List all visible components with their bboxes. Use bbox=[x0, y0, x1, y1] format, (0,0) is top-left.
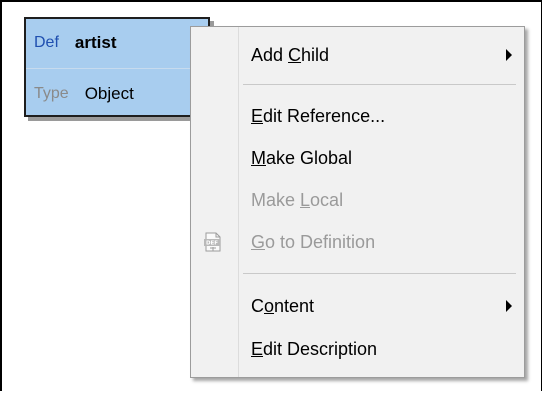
menu-item-content[interactable]: Content bbox=[191, 287, 524, 325]
menu-item-go-to-definition[interactable]: DEF Go to Definition bbox=[191, 223, 524, 261]
submenu-arrow-icon bbox=[506, 49, 512, 61]
def-key-label: Def bbox=[34, 34, 59, 51]
go-to-definition-icon: DEF bbox=[204, 232, 221, 252]
menu-item-label: Make Local bbox=[251, 189, 344, 210]
menu-item-add-child[interactable]: Add Child bbox=[191, 36, 524, 74]
menu-separator bbox=[243, 273, 516, 274]
context-menu: Add Child Edit Reference... Make Global … bbox=[190, 26, 525, 378]
menu-item-label: Edit Description bbox=[251, 338, 378, 359]
type-row: Type Object bbox=[26, 72, 208, 116]
menu-item-make-local[interactable]: Make Local bbox=[191, 181, 524, 219]
menu-item-label: Content bbox=[251, 295, 315, 316]
menu-item-label: Edit Reference... bbox=[251, 105, 386, 126]
definition-box-artist[interactable]: Def artist Type Object bbox=[24, 17, 210, 117]
svg-text:DEF: DEF bbox=[206, 241, 218, 247]
menu-item-label: Go to Definition bbox=[251, 231, 376, 252]
menu-item-edit-description[interactable]: Edit Description bbox=[191, 330, 524, 368]
def-row-divider bbox=[26, 68, 208, 69]
menu-item-label: Make Global bbox=[251, 147, 353, 168]
type-key-label: Type bbox=[34, 85, 69, 102]
menu-item-make-global[interactable]: Make Global bbox=[191, 139, 524, 177]
def-name-value[interactable]: artist bbox=[75, 33, 117, 53]
menu-item-edit-reference[interactable]: Edit Reference... bbox=[191, 97, 524, 135]
menu-item-label: Add Child bbox=[251, 44, 330, 65]
menu-separator bbox=[243, 84, 516, 85]
def-row: Def artist bbox=[26, 21, 208, 65]
submenu-arrow-icon bbox=[506, 300, 512, 312]
type-value[interactable]: Object bbox=[85, 84, 134, 104]
